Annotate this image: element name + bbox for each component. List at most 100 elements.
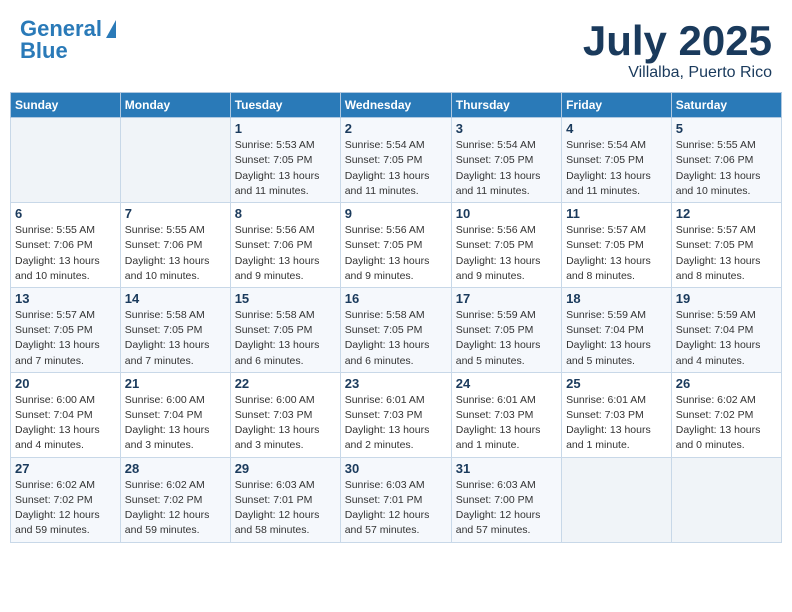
calendar-cell	[11, 118, 121, 203]
day-number: 23	[345, 376, 447, 391]
calendar-cell: 3 Sunrise: 5:54 AMSunset: 7:05 PMDaylight…	[451, 118, 561, 203]
day-detail: Sunrise: 6:02 AMSunset: 7:02 PMDaylight:…	[676, 393, 777, 454]
calendar-body: 1Sunrise: 5:53 AMSunset: 7:05 PMDaylight…	[11, 118, 782, 542]
day-detail: Sunrise: 5:56 AMSunset: 7:05 PMDaylight:…	[345, 223, 447, 284]
calendar-cell: 18 Sunrise: 5:59 AMSunset: 7:04 PMDayligh…	[562, 287, 672, 372]
calendar-cell: 23Sunrise: 6:01 AMSunset: 7:03 PMDayligh…	[340, 372, 451, 457]
calendar-cell: 16 Sunrise: 5:58 AMSunset: 7:05 PMDayligh…	[340, 287, 451, 372]
calendar-week-row: 13 Sunrise: 5:57 AMSunset: 7:05 PMDayligh…	[11, 287, 782, 372]
day-number: 10	[456, 206, 557, 221]
calendar-cell: 22 Sunrise: 6:00 AMSunset: 7:03 PMDayligh…	[230, 372, 340, 457]
calendar-cell: 17 Sunrise: 5:59 AMSunset: 7:05 PMDayligh…	[451, 287, 561, 372]
calendar-cell: 10 Sunrise: 5:56 AMSunset: 7:05 PMDayligh…	[451, 203, 561, 288]
day-detail: Sunrise: 5:56 AMSunset: 7:06 PMDaylight:…	[235, 223, 336, 284]
calendar-cell: 11Sunrise: 5:57 AMSunset: 7:05 PMDayligh…	[562, 203, 672, 288]
month-title: July 2025	[583, 18, 772, 64]
day-number: 6	[15, 206, 116, 221]
day-number: 17	[456, 291, 557, 306]
day-number: 22	[235, 376, 336, 391]
calendar-cell: 26Sunrise: 6:02 AMSunset: 7:02 PMDayligh…	[671, 372, 781, 457]
day-number: 29	[235, 461, 336, 476]
day-number: 14	[125, 291, 226, 306]
day-number: 24	[456, 376, 557, 391]
day-number: 28	[125, 461, 226, 476]
calendar-cell: 6 Sunrise: 5:55 AMSunset: 7:06 PMDaylight…	[11, 203, 121, 288]
calendar-cell: 20 Sunrise: 6:00 AMSunset: 7:04 PMDayligh…	[11, 372, 121, 457]
day-number: 18	[566, 291, 667, 306]
day-number: 5	[676, 121, 777, 136]
weekday-header: Tuesday	[230, 93, 340, 118]
day-detail: Sunrise: 5:54 AMSunset: 7:05 PMDaylight:…	[345, 138, 447, 199]
day-number: 20	[15, 376, 116, 391]
calendar-cell: 28 Sunrise: 6:02 AMSunset: 7:02 PMDayligh…	[120, 457, 230, 542]
day-detail: Sunrise: 6:01 AMSunset: 7:03 PMDaylight:…	[456, 393, 557, 454]
logo-triangle-icon	[106, 20, 116, 38]
day-detail: Sunrise: 5:56 AMSunset: 7:05 PMDaylight:…	[456, 223, 557, 284]
day-number: 3	[456, 121, 557, 136]
calendar-week-row: 1Sunrise: 5:53 AMSunset: 7:05 PMDaylight…	[11, 118, 782, 203]
day-detail: Sunrise: 5:55 AMSunset: 7:06 PMDaylight:…	[15, 223, 116, 284]
page-header: General Blue July 2025 Villalba, Puerto …	[10, 10, 782, 86]
day-detail: Sunrise: 5:57 AMSunset: 7:05 PMDaylight:…	[676, 223, 777, 284]
day-detail: Sunrise: 6:03 AMSunset: 7:01 PMDaylight:…	[235, 478, 336, 539]
calendar-cell: 15 Sunrise: 5:58 AMSunset: 7:05 PMDayligh…	[230, 287, 340, 372]
calendar-cell: 12 Sunrise: 5:57 AMSunset: 7:05 PMDayligh…	[671, 203, 781, 288]
day-detail: Sunrise: 5:58 AMSunset: 7:05 PMDaylight:…	[345, 308, 447, 369]
day-detail: Sunrise: 5:59 AMSunset: 7:04 PMDaylight:…	[676, 308, 777, 369]
day-detail: Sunrise: 5:54 AMSunset: 7:05 PMDaylight:…	[566, 138, 667, 199]
day-number: 7	[125, 206, 226, 221]
day-detail: Sunrise: 6:00 AMSunset: 7:03 PMDaylight:…	[235, 393, 336, 454]
calendar-cell: 1Sunrise: 5:53 AMSunset: 7:05 PMDaylight…	[230, 118, 340, 203]
calendar-cell: 5 Sunrise: 5:55 AMSunset: 7:06 PMDaylight…	[671, 118, 781, 203]
calendar-cell: 14 Sunrise: 5:58 AMSunset: 7:05 PMDayligh…	[120, 287, 230, 372]
day-detail: Sunrise: 5:54 AMSunset: 7:05 PMDaylight:…	[456, 138, 557, 199]
day-number: 2	[345, 121, 447, 136]
calendar-cell: 30 Sunrise: 6:03 AMSunset: 7:01 PMDayligh…	[340, 457, 451, 542]
calendar-cell: 24 Sunrise: 6:01 AMSunset: 7:03 PMDayligh…	[451, 372, 561, 457]
day-detail: Sunrise: 6:03 AMSunset: 7:01 PMDaylight:…	[345, 478, 447, 539]
day-number: 19	[676, 291, 777, 306]
weekday-header: Wednesday	[340, 93, 451, 118]
calendar-cell: 25Sunrise: 6:01 AMSunset: 7:03 PMDayligh…	[562, 372, 672, 457]
calendar-cell: 7 Sunrise: 5:55 AMSunset: 7:06 PMDaylight…	[120, 203, 230, 288]
day-number: 12	[676, 206, 777, 221]
day-detail: Sunrise: 6:00 AMSunset: 7:04 PMDaylight:…	[15, 393, 116, 454]
logo-text: General	[20, 18, 102, 40]
calendar-cell: 9Sunrise: 5:56 AMSunset: 7:05 PMDaylight…	[340, 203, 451, 288]
day-number: 4	[566, 121, 667, 136]
day-detail: Sunrise: 5:58 AMSunset: 7:05 PMDaylight:…	[235, 308, 336, 369]
day-number: 8	[235, 206, 336, 221]
calendar-table: SundayMondayTuesdayWednesdayThursdayFrid…	[10, 92, 782, 542]
day-detail: Sunrise: 5:59 AMSunset: 7:04 PMDaylight:…	[566, 308, 667, 369]
location-subtitle: Villalba, Puerto Rico	[583, 64, 772, 82]
calendar-cell: 27Sunrise: 6:02 AMSunset: 7:02 PMDayligh…	[11, 457, 121, 542]
day-number: 11	[566, 206, 667, 221]
day-detail: Sunrise: 5:59 AMSunset: 7:05 PMDaylight:…	[456, 308, 557, 369]
weekday-header: Friday	[562, 93, 672, 118]
weekday-header: Monday	[120, 93, 230, 118]
day-number: 1	[235, 121, 336, 136]
calendar-cell: 13 Sunrise: 5:57 AMSunset: 7:05 PMDayligh…	[11, 287, 121, 372]
day-number: 30	[345, 461, 447, 476]
calendar-cell: 4 Sunrise: 5:54 AMSunset: 7:05 PMDaylight…	[562, 118, 672, 203]
calendar-cell: 31 Sunrise: 6:03 AMSunset: 7:00 PMDayligh…	[451, 457, 561, 542]
weekday-header: Sunday	[11, 93, 121, 118]
calendar-week-row: 27Sunrise: 6:02 AMSunset: 7:02 PMDayligh…	[11, 457, 782, 542]
day-number: 13	[15, 291, 116, 306]
day-number: 16	[345, 291, 447, 306]
logo: General Blue	[20, 18, 116, 62]
calendar-cell: 21Sunrise: 6:00 AMSunset: 7:04 PMDayligh…	[120, 372, 230, 457]
day-detail: Sunrise: 6:00 AMSunset: 7:04 PMDaylight:…	[125, 393, 226, 454]
calendar-week-row: 6 Sunrise: 5:55 AMSunset: 7:06 PMDaylight…	[11, 203, 782, 288]
weekday-header: Thursday	[451, 93, 561, 118]
day-detail: Sunrise: 5:55 AMSunset: 7:06 PMDaylight:…	[676, 138, 777, 199]
day-number: 25	[566, 376, 667, 391]
day-number: 15	[235, 291, 336, 306]
day-number: 31	[456, 461, 557, 476]
calendar-cell: 19 Sunrise: 5:59 AMSunset: 7:04 PMDayligh…	[671, 287, 781, 372]
day-detail: Sunrise: 6:02 AMSunset: 7:02 PMDaylight:…	[125, 478, 226, 539]
day-detail: Sunrise: 5:55 AMSunset: 7:06 PMDaylight:…	[125, 223, 226, 284]
day-detail: Sunrise: 5:57 AMSunset: 7:05 PMDaylight:…	[15, 308, 116, 369]
day-detail: Sunrise: 6:03 AMSunset: 7:00 PMDaylight:…	[456, 478, 557, 539]
day-detail: Sunrise: 5:58 AMSunset: 7:05 PMDaylight:…	[125, 308, 226, 369]
